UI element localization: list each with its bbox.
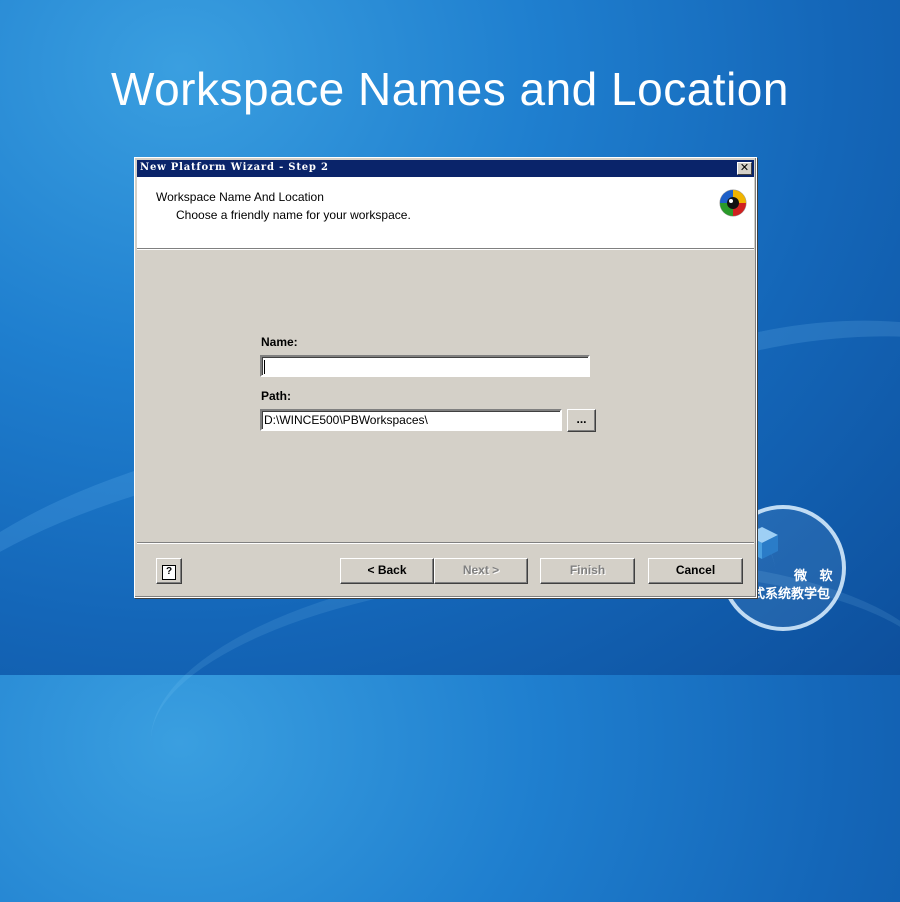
close-button[interactable]: ✕ [737,162,752,175]
text-caret [264,359,265,374]
header-subtitle: Choose a friendly name for your workspac… [176,208,411,222]
title-bar[interactable]: New Platform Wizard - Step 2 ✕ [137,160,754,177]
footer-separator [137,543,754,544]
next-button[interactable]: Next > [434,558,528,584]
logo-text: 微 软 [794,569,837,584]
browse-button[interactable]: ... [567,409,596,432]
wizard-header: Workspace Name And Location Choose a fri… [137,177,754,250]
finish-button[interactable]: Finish [540,558,635,584]
wizard-dialog: New Platform Wizard - Step 2 ✕ Workspace… [134,157,757,598]
path-label: Path: [261,389,291,403]
name-label: Name: [261,335,298,349]
header-title: Workspace Name And Location [156,190,324,204]
dialog-title: New Platform Wizard - Step 2 [140,162,329,173]
logo-text: 式系统教学包 [752,587,831,602]
name-input[interactable] [260,355,590,377]
wizard-logo-icon [719,189,747,217]
close-icon: ✕ [739,161,750,174]
slide-title: Workspace Names and Location [111,63,789,115]
path-input[interactable]: D:\WINCE500\PBWorkspaces\ [260,409,562,431]
help-button[interactable]: ? [156,558,182,584]
cancel-button[interactable]: Cancel [648,558,743,584]
back-button[interactable]: < Back [340,558,434,584]
help-icon: ? [162,565,176,580]
